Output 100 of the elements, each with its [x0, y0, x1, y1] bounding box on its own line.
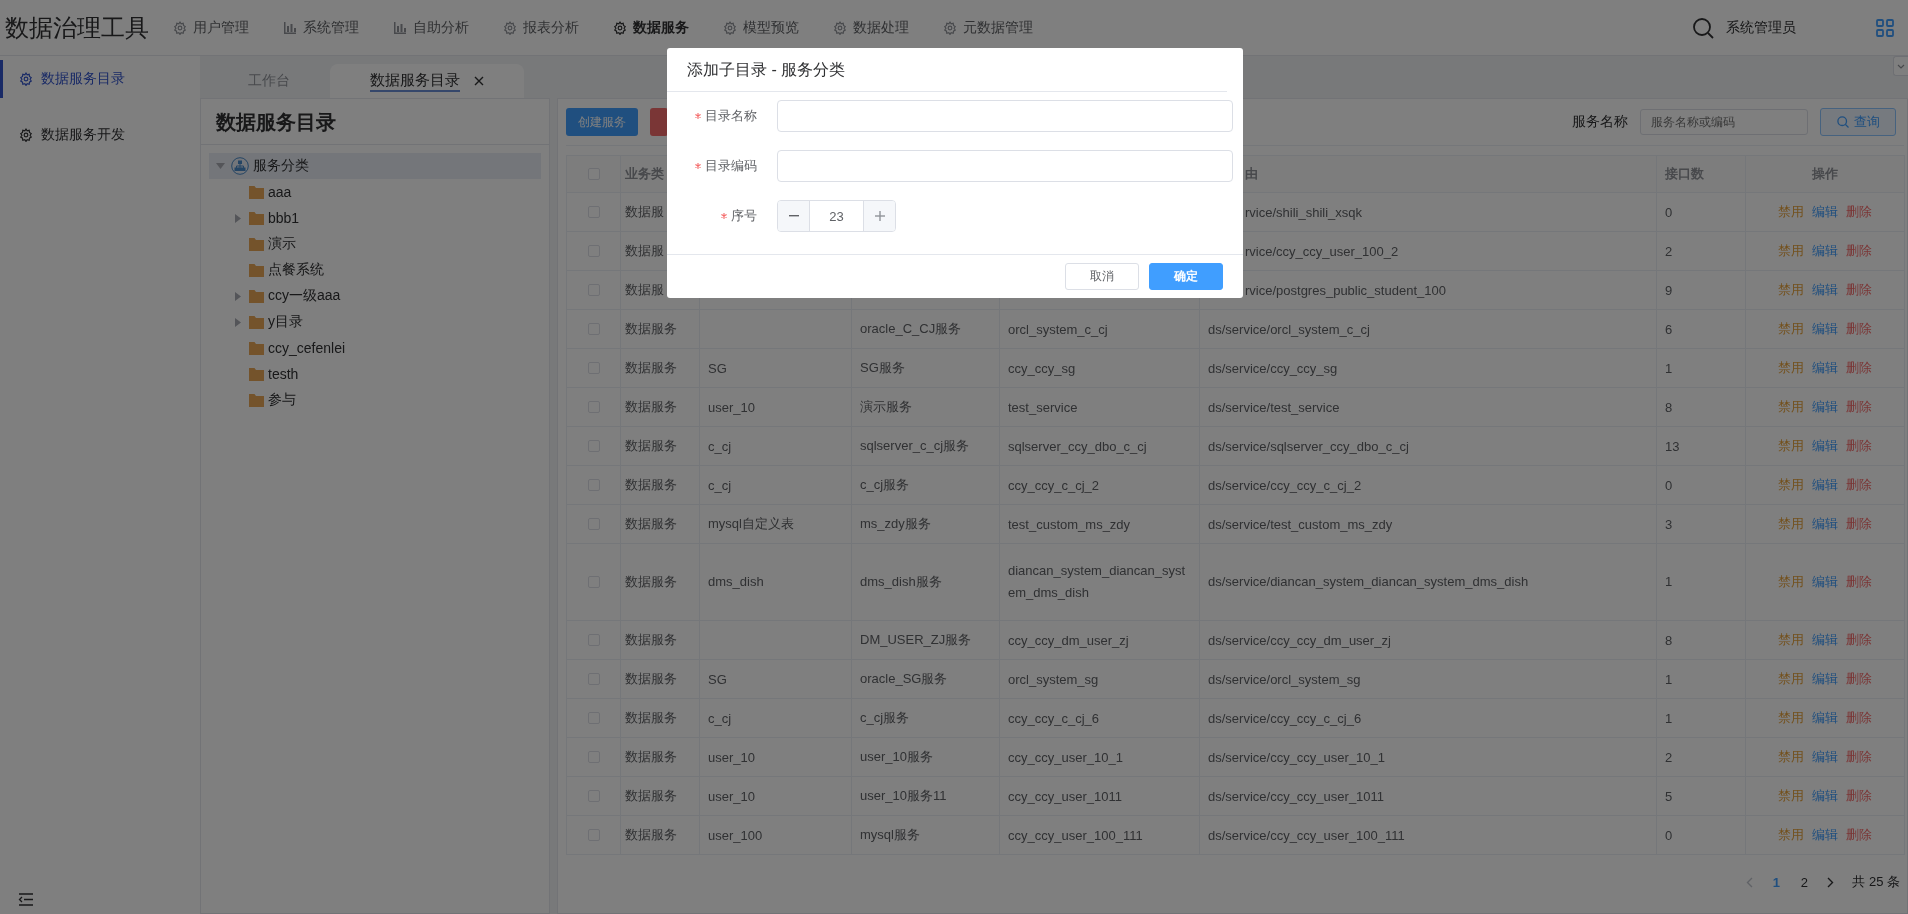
tabs-menu-button[interactable]	[1893, 56, 1908, 76]
disable-link[interactable]: 禁用	[1778, 574, 1804, 589]
edit-link[interactable]: 编辑	[1812, 749, 1838, 764]
delete-link[interactable]: 删除	[1846, 399, 1872, 414]
table-cell: ds/service/ccy_ccy_user_100_111	[1208, 827, 1405, 843]
delete-link[interactable]: 删除	[1846, 477, 1872, 492]
tree-node[interactable]: 点餐系统	[209, 257, 541, 283]
edit-link[interactable]: 编辑	[1812, 360, 1838, 375]
caret-icon[interactable]	[235, 317, 241, 327]
disable-link[interactable]: 禁用	[1778, 671, 1804, 686]
table-cell: 3	[1665, 516, 1673, 532]
page-number[interactable]: 2	[1799, 874, 1810, 890]
edit-link[interactable]: 编辑	[1812, 710, 1838, 725]
disable-link[interactable]: 禁用	[1778, 827, 1804, 842]
tree-node[interactable]: 演示	[209, 231, 541, 257]
tree-node[interactable]: ccy一级aaa	[209, 283, 541, 309]
edit-link[interactable]: 编辑	[1812, 632, 1838, 647]
delete-link[interactable]: 删除	[1846, 516, 1872, 531]
previous-page-icon[interactable]	[1746, 876, 1754, 888]
edit-link[interactable]: 编辑	[1812, 399, 1838, 414]
disable-link[interactable]: 禁用	[1778, 516, 1804, 531]
disable-link[interactable]: 禁用	[1778, 477, 1804, 492]
delete-link[interactable]: 删除	[1846, 632, 1872, 647]
sidebar-item[interactable]: 数据服务开发	[0, 116, 200, 154]
query-button[interactable]: 查询	[1820, 108, 1896, 136]
edit-link[interactable]: 编辑	[1812, 827, 1838, 842]
disable-link[interactable]: 禁用	[1778, 321, 1804, 336]
number-stepper[interactable]: 23	[777, 200, 896, 232]
disable-link[interactable]: 禁用	[1778, 204, 1804, 219]
next-page-icon[interactable]	[1827, 876, 1835, 888]
disable-link[interactable]: 禁用	[1778, 788, 1804, 803]
delete-link[interactable]: 删除	[1846, 788, 1872, 803]
edit-link[interactable]: 编辑	[1812, 671, 1838, 686]
page-number[interactable]: 1	[1771, 874, 1782, 890]
user-name[interactable]: 系统管理员	[1726, 18, 1796, 37]
delete-link[interactable]: 删除	[1846, 671, 1872, 686]
cancel-button[interactable]: 取消	[1065, 263, 1139, 290]
delete-link[interactable]: 删除	[1846, 749, 1872, 764]
confirm-button[interactable]: 确定	[1149, 263, 1223, 290]
delete-link[interactable]: 删除	[1846, 243, 1872, 258]
tree-node[interactable]: 参与	[209, 387, 541, 413]
grid-icon[interactable]	[1876, 18, 1894, 37]
edit-link[interactable]: 编辑	[1812, 477, 1838, 492]
input-field[interactable]	[777, 150, 1233, 182]
create-button[interactable]: 创建服务	[566, 108, 638, 136]
table-cell: 2	[1665, 749, 1673, 765]
caret-icon[interactable]	[235, 213, 241, 223]
menu-item[interactable]: 自助分析	[393, 18, 503, 37]
disable-link[interactable]: 禁用	[1778, 399, 1804, 414]
tree-node[interactable]: y目录	[209, 309, 541, 335]
edit-link[interactable]: 编辑	[1812, 438, 1838, 453]
caret-icon[interactable]	[235, 291, 241, 301]
menu-item[interactable]: 系统管理	[283, 18, 393, 37]
disable-link[interactable]: 禁用	[1778, 710, 1804, 725]
menu-item[interactable]: 模型预览	[723, 18, 833, 37]
delete-link[interactable]: 删除	[1846, 282, 1872, 297]
disable-link[interactable]: 禁用	[1778, 243, 1804, 258]
tree-node[interactable]: bbb1	[209, 205, 541, 231]
edit-link[interactable]: 编辑	[1812, 516, 1838, 531]
input-field[interactable]	[777, 100, 1233, 132]
delete-link[interactable]: 删除	[1846, 360, 1872, 375]
menu-item[interactable]: 用户管理	[173, 18, 283, 37]
menu-item[interactable]: 数据处理	[833, 18, 943, 37]
tree-node[interactable]: aaa	[209, 179, 541, 205]
decrement-button[interactable]	[778, 201, 810, 231]
delete-link[interactable]: 删除	[1846, 204, 1872, 219]
close-icon[interactable]	[474, 76, 484, 86]
table-cell: user_100	[708, 827, 763, 843]
table-cell: ds/service/ccy_ccy_c_cj_2	[1208, 477, 1362, 493]
edit-link[interactable]: 编辑	[1812, 574, 1838, 589]
tree-node[interactable]: 服务分类	[209, 153, 541, 179]
disable-link[interactable]: 禁用	[1778, 360, 1804, 375]
search-field[interactable]: 服务名称或编码	[1640, 109, 1808, 135]
disable-link[interactable]: 禁用	[1778, 438, 1804, 453]
delete-link[interactable]: 删除	[1846, 438, 1872, 453]
delete-link[interactable]: 删除	[1846, 827, 1872, 842]
menu-item[interactable]: 元数据管理	[943, 18, 1053, 37]
tree-node[interactable]: testh	[209, 361, 541, 387]
tree-node[interactable]: ccy_cefenlei	[209, 335, 541, 361]
collapse-icon[interactable]	[18, 893, 34, 906]
table-cell: orcl_system_sg	[1008, 671, 1099, 687]
edit-link[interactable]: 编辑	[1812, 204, 1838, 219]
caret-icon[interactable]	[215, 163, 225, 169]
edit-link[interactable]: 编辑	[1812, 243, 1838, 258]
disable-link[interactable]: 禁用	[1778, 632, 1804, 647]
edit-link[interactable]: 编辑	[1812, 788, 1838, 803]
menu-item[interactable]: 报表分析	[503, 18, 613, 37]
disable-link[interactable]: 禁用	[1778, 749, 1804, 764]
table-cell: ms_zdy服务	[860, 516, 931, 531]
disable-link[interactable]: 禁用	[1778, 282, 1804, 297]
edit-link[interactable]: 编辑	[1812, 321, 1838, 336]
delete-link[interactable]: 删除	[1846, 321, 1872, 336]
menu-item[interactable]: 数据服务	[613, 18, 723, 37]
edit-link[interactable]: 编辑	[1812, 282, 1838, 297]
danger-button[interactable]	[650, 108, 668, 136]
tab[interactable]: 数据服务目录	[330, 64, 524, 98]
increment-button[interactable]	[863, 201, 895, 231]
delete-link[interactable]: 删除	[1846, 710, 1872, 725]
delete-link[interactable]: 删除	[1846, 574, 1872, 589]
search-icon[interactable]	[1692, 16, 1714, 39]
